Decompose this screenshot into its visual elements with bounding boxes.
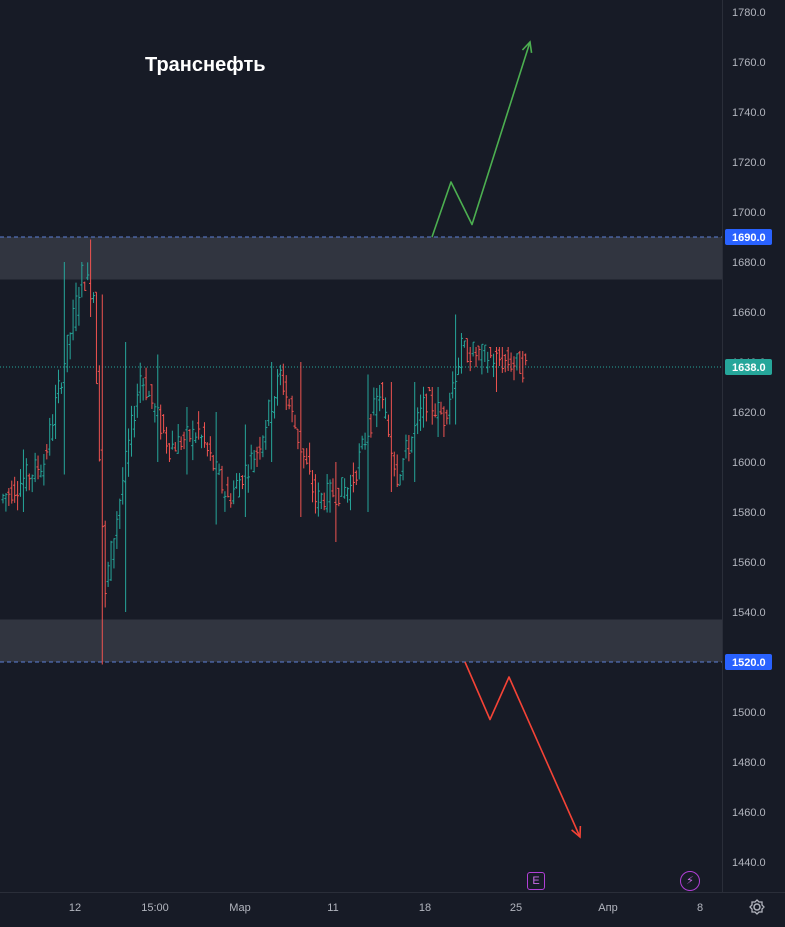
price-label[interactable]: 1690.0 xyxy=(725,229,772,245)
lightning-icon[interactable]: ⚡ xyxy=(680,871,700,891)
y-tick-label: 1660.0 xyxy=(732,307,766,319)
y-tick-label: 1580.0 xyxy=(732,507,766,519)
x-tick-label: 8 xyxy=(697,902,703,914)
x-tick-label: Мар xyxy=(229,902,251,914)
y-tick-label: 1540.0 xyxy=(732,607,766,619)
chart-root[interactable]: 1440.0 1460.0 1480.0 1500.0 1520.0 1540.0 1560… xyxy=(0,0,785,922)
y-tick-label: 1500.0 xyxy=(732,707,766,719)
price-label[interactable]: 1638.0 xyxy=(725,359,772,375)
y-tick-label: 1620.0 xyxy=(732,407,766,419)
svg-text:1520.0: 1520.0 xyxy=(732,657,766,669)
x-tick-label: 12 xyxy=(69,902,81,914)
y-tick-label: 1700.0 xyxy=(732,207,766,219)
y-tick-label: 1720.0 xyxy=(732,157,766,169)
y-tick-label: 1480.0 xyxy=(732,757,766,769)
x-tick-label: 25 xyxy=(510,902,522,914)
zone-resistance[interactable] xyxy=(0,237,722,280)
y-tick-label: 1440.0 xyxy=(732,857,766,869)
earnings-icon[interactable]: E xyxy=(527,872,545,890)
y-tick-label: 1680.0 xyxy=(732,257,766,269)
y-tick-label: 1600.0 xyxy=(732,457,766,469)
zone-support[interactable] xyxy=(0,619,722,663)
svg-text:1638.0: 1638.0 xyxy=(732,362,766,374)
x-tick-label: Апр xyxy=(598,902,617,914)
x-tick-label: 11 xyxy=(327,902,338,914)
chart-svg[interactable]: 1440.0 1460.0 1480.0 1500.0 1520.0 1540.0 1560… xyxy=(0,0,785,922)
y-tick-label: 1740.0 xyxy=(732,107,766,119)
y-tick-label: 1560.0 xyxy=(732,557,766,569)
price-label[interactable]: 1520.0 xyxy=(725,654,772,670)
x-tick-label: 15:00 xyxy=(141,902,169,914)
y-tick-label: 1760.0 xyxy=(732,57,766,69)
chart-title: Транснефть xyxy=(145,54,266,76)
settings-icon[interactable] xyxy=(748,898,766,916)
svg-text:1690.0: 1690.0 xyxy=(732,232,766,244)
y-tick-label: 1460.0 xyxy=(732,807,766,819)
x-tick-label: 18 xyxy=(419,902,431,914)
y-tick-label: 1780.0 xyxy=(732,7,766,19)
